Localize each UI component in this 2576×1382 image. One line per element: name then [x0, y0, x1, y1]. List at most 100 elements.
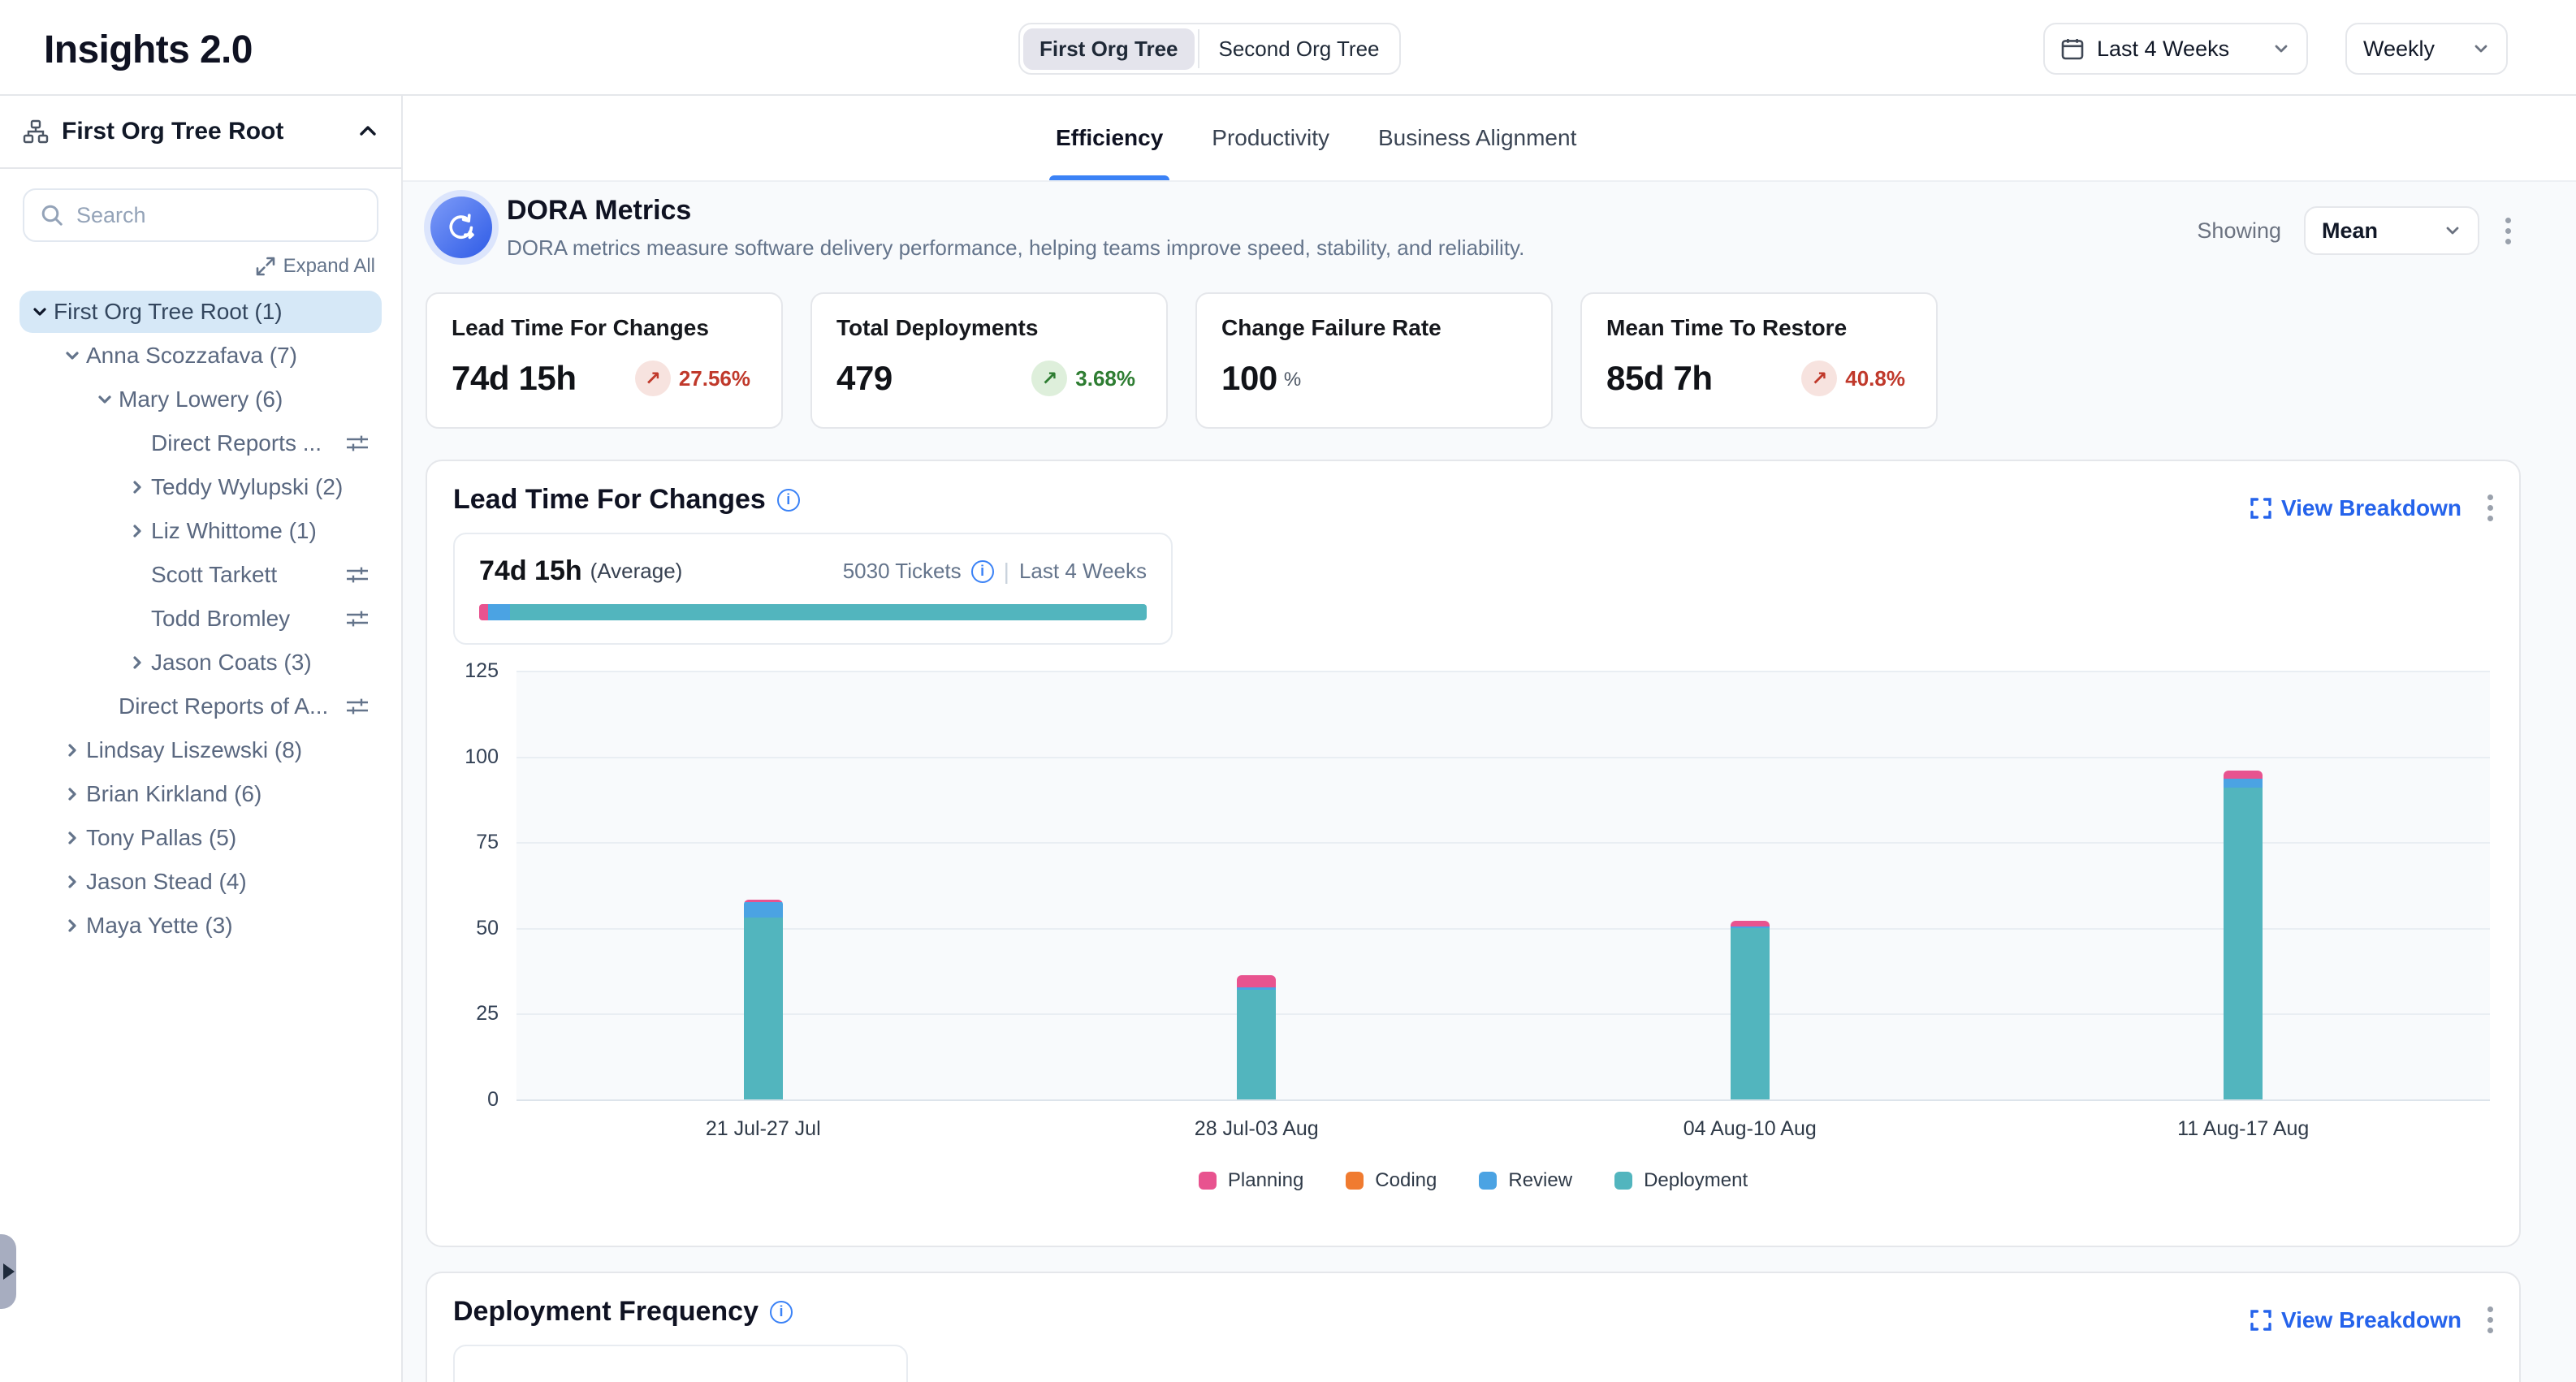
kebab-menu-icon[interactable]: [2484, 1301, 2496, 1339]
stacked-bar-1[interactable]: [744, 900, 783, 1099]
tree-item[interactable]: Teddy Wylupski (2): [19, 466, 382, 508]
x-tick-label: 04 Aug-10 Aug: [1604, 1117, 1896, 1141]
chevron-right-icon[interactable]: [58, 741, 86, 760]
legend-item-coding[interactable]: Coding: [1346, 1169, 1437, 1192]
tree-item[interactable]: Direct Reports ...: [19, 422, 382, 464]
chevron-right-icon[interactable]: [123, 653, 151, 672]
tree-item[interactable]: Maya Yette (3): [19, 905, 382, 947]
tree-item[interactable]: Todd Bromley: [19, 598, 382, 640]
filter-sliders-icon[interactable]: [346, 433, 369, 454]
calendar-icon: [2061, 37, 2084, 60]
tree-item[interactable]: First Org Tree Root (1): [19, 291, 382, 333]
collapse-sidebar-chevron-up-icon[interactable]: [357, 121, 378, 142]
tab-business-alignment[interactable]: Business Alignment: [1378, 96, 1576, 180]
gridline-125: [516, 671, 2490, 672]
gridline-100: [516, 757, 2490, 758]
chevron-down-icon: [2444, 222, 2461, 240]
tree-item[interactable]: Jason Coats (3): [19, 641, 382, 684]
tree-item[interactable]: Jason Stead (4): [19, 861, 382, 903]
tree-item[interactable]: Lindsay Liszewski (8): [19, 729, 382, 771]
info-icon[interactable]: i: [971, 560, 994, 583]
metric-card-title: Change Failure Rate: [1221, 315, 1527, 341]
metric-card-value: 100: [1221, 359, 1277, 398]
chevron-right-icon[interactable]: [123, 521, 151, 541]
stacked-bar-3[interactable]: [1731, 921, 1770, 1099]
tree-item[interactable]: Liz Whittome (1): [19, 510, 382, 552]
date-range-dropdown[interactable]: Last 4 Weeks: [2043, 23, 2308, 75]
filter-sliders-icon[interactable]: [346, 608, 369, 629]
lead-time-title-row: Lead Time For Changes i: [453, 484, 800, 516]
tree-item-label: Todd Bromley: [151, 606, 290, 632]
info-icon[interactable]: i: [770, 1301, 793, 1324]
chevron-down-icon[interactable]: [26, 302, 54, 322]
tree-item[interactable]: Mary Lowery (6): [19, 378, 382, 421]
bar-segment-deployment: [744, 918, 783, 1099]
chevron-right-icon[interactable]: [58, 828, 86, 848]
stacked-bar-2[interactable]: [1237, 975, 1276, 1099]
trend-delta: 27.56%: [679, 366, 750, 391]
sidebar-collapse-handle[interactable]: [0, 1234, 16, 1309]
trend-badge: ↗27.56%: [635, 361, 757, 396]
granularity-value: Weekly: [2363, 37, 2459, 62]
dora-metric-cards: Lead Time For Changes74d 15h↗27.56%Total…: [426, 292, 1938, 429]
sidebar-title: First Org Tree Root: [62, 118, 344, 145]
org-hierarchy-icon: [23, 119, 49, 144]
search-input[interactable]: [76, 203, 361, 228]
tree-item[interactable]: Anna Scozzafava (7): [19, 335, 382, 377]
deployment-frequency-section: Deployment Frequency i View Breakdown: [426, 1272, 2521, 1382]
insights-app: Insights 2.0 First Org Tree Second Org T…: [0, 0, 2576, 1382]
y-tick-label: 125: [427, 659, 499, 683]
expand-all-button[interactable]: Expand All: [283, 255, 375, 278]
legend-label: Deployment: [1644, 1169, 1748, 1192]
stacked-bar-4[interactable]: [2224, 771, 2263, 1099]
kebab-menu-icon[interactable]: [2502, 212, 2514, 250]
granularity-dropdown[interactable]: Weekly: [2345, 23, 2508, 75]
chevron-down-icon[interactable]: [58, 346, 86, 365]
summary-qualifier: (Average): [590, 559, 683, 584]
tree-item[interactable]: Direct Reports of A...: [19, 685, 382, 728]
chevron-down-icon[interactable]: [91, 390, 119, 409]
toggle-first-org-tree[interactable]: First Org Tree: [1023, 28, 1195, 70]
gridline-50: [516, 928, 2490, 930]
summary-period: Last 4 Weeks: [1019, 559, 1147, 584]
tree-item-label: Maya Yette (3): [86, 913, 233, 939]
view-breakdown-button[interactable]: View Breakdown: [2250, 495, 2461, 521]
gridline-75: [516, 842, 2490, 844]
chevron-right-icon[interactable]: [123, 477, 151, 497]
legend-item-planning[interactable]: Planning: [1199, 1169, 1303, 1192]
gridline-25: [516, 1013, 2490, 1015]
y-tick-label: 0: [427, 1088, 499, 1112]
legend-item-review[interactable]: Review: [1479, 1169, 1572, 1192]
filter-sliders-icon[interactable]: [346, 564, 369, 585]
tab-label: Efficiency: [1056, 125, 1163, 151]
triangle-right-icon: [3, 1263, 15, 1280]
tab-bar: Efficiency Productivity Business Alignme…: [403, 96, 2576, 182]
filter-sliders-icon[interactable]: [346, 696, 369, 717]
dora-section-subtitle: DORA metrics measure software delivery p…: [507, 235, 1524, 261]
chart-legend: Planning Coding Review Deployment: [427, 1169, 2519, 1192]
tree-item-label: Teddy Wylupski (2): [151, 474, 343, 500]
tickets-count: 5030 Tickets: [843, 559, 962, 584]
tree-item[interactable]: Tony Pallas (5): [19, 817, 382, 859]
tab-productivity[interactable]: Productivity: [1212, 96, 1329, 180]
tree-item[interactable]: Brian Kirkland (6): [19, 773, 382, 815]
metric-card-title: Mean Time To Restore: [1606, 315, 1912, 341]
info-icon[interactable]: i: [777, 489, 800, 512]
kebab-menu-icon[interactable]: [2484, 489, 2496, 527]
tab-efficiency[interactable]: Efficiency: [1056, 96, 1163, 180]
metric-card: Change Failure Rate100%: [1195, 292, 1553, 429]
showing-dropdown[interactable]: Mean: [2304, 206, 2479, 255]
view-breakdown-button[interactable]: View Breakdown: [2250, 1307, 2461, 1333]
chevron-right-icon[interactable]: [58, 872, 86, 892]
deployment-frequency-summary-card: [453, 1345, 908, 1382]
org-tree: First Org Tree Root (1)Anna Scozzafava (…: [0, 287, 401, 952]
legend-item-deployment[interactable]: Deployment: [1614, 1169, 1748, 1192]
org-tree-toggle: First Org Tree Second Org Tree: [1018, 23, 1401, 75]
chevron-right-icon[interactable]: [58, 784, 86, 804]
chevron-right-icon[interactable]: [58, 916, 86, 935]
deployment-frequency-actions: View Breakdown: [2250, 1301, 2496, 1339]
section-title: Lead Time For Changes: [453, 484, 766, 516]
tree-item[interactable]: Scott Tarkett: [19, 554, 382, 596]
legend-swatch: [1614, 1172, 1632, 1190]
toggle-second-org-tree[interactable]: Second Org Tree: [1203, 28, 1396, 70]
